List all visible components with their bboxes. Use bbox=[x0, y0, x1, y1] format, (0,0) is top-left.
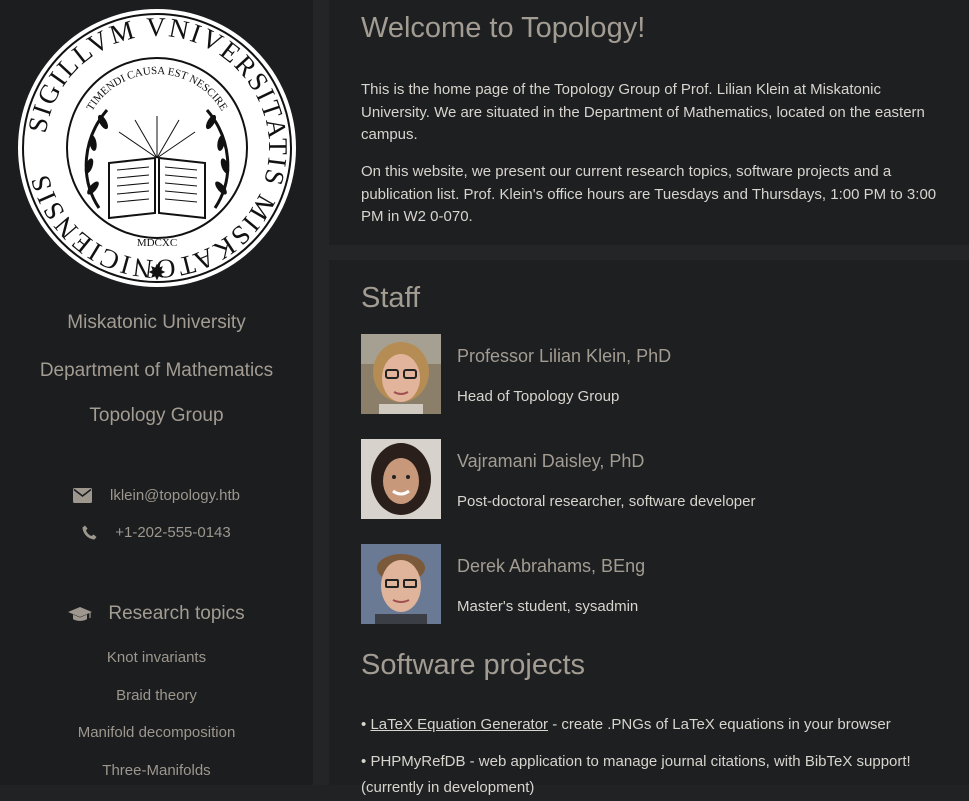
phone-contact[interactable]: +1-202-555-0143 bbox=[0, 524, 313, 541]
topic-knot-invariants[interactable]: Knot invariants bbox=[0, 649, 313, 666]
latex-equation-generator-link[interactable]: LaTeX Equation Generator bbox=[370, 716, 548, 733]
panel-gap bbox=[329, 245, 969, 260]
email-text[interactable]: lklein@topology.htb bbox=[110, 487, 240, 504]
project-description: - create .PNGs of LaTeX equations in you… bbox=[548, 716, 891, 733]
group-name: Topology Group bbox=[89, 405, 224, 426]
staff-role: Master's student, sysadmin bbox=[457, 598, 639, 615]
bullet: • bbox=[361, 716, 367, 733]
department-name: Department of Mathematics bbox=[39, 360, 274, 381]
phone-icon bbox=[82, 525, 97, 540]
software-projects-heading: Software projects bbox=[361, 649, 586, 681]
intro-paragraph: This is the home page of the Topology Gr… bbox=[361, 81, 925, 143]
staff-name: Derek Abrahams, BEng bbox=[457, 556, 646, 576]
svg-text:MDCXC: MDCXC bbox=[137, 237, 177, 249]
staff-photo-daisley bbox=[361, 439, 441, 519]
office-hours-paragraph: On this website, we present our current … bbox=[361, 163, 937, 225]
bullet: • bbox=[361, 753, 367, 770]
graduation-cap-icon bbox=[68, 606, 93, 622]
research-topics-label: Research topics bbox=[108, 603, 245, 624]
staff-heading: Staff bbox=[361, 282, 421, 314]
topic-manifold-decomposition[interactable]: Manifold decomposition bbox=[0, 724, 313, 741]
svg-text:✸: ✸ bbox=[148, 260, 166, 285]
staff-photo-klein bbox=[361, 334, 441, 414]
staff-role: Head of Topology Group bbox=[457, 388, 620, 405]
topic-three-manifolds[interactable]: Three-Manifolds bbox=[0, 762, 313, 779]
email-contact[interactable]: lklein@topology.htb bbox=[0, 487, 313, 504]
topic-braid-theory[interactable]: Braid theory bbox=[0, 687, 313, 704]
sidebar: SIGILLVM VNIVERSITATIS MISKATONICIENSIS … bbox=[0, 0, 313, 785]
staff-name: Professor Lilian Klein, PhD bbox=[457, 346, 672, 366]
university-name: Miskatonic University bbox=[67, 312, 246, 333]
phone-text[interactable]: +1-202-555-0143 bbox=[115, 524, 231, 541]
staff-photo-abrahams bbox=[361, 544, 441, 624]
research-topics-heading: Research topics bbox=[0, 603, 313, 625]
gutter bbox=[313, 0, 329, 785]
project-name: PHPMyRefDB bbox=[370, 753, 466, 770]
staff-role: Post-doctoral researcher, software devel… bbox=[457, 493, 756, 510]
page-title: Welcome to Topology! bbox=[361, 12, 646, 44]
staff-name: Vajramani Daisley, PhD bbox=[457, 451, 645, 471]
project-item: • LaTeX Equation Generator - create .PNG… bbox=[361, 712, 951, 738]
envelope-icon bbox=[72, 488, 92, 503]
project-item: • PHPMyRefDB - web application to manage… bbox=[361, 749, 951, 801]
university-seal: SIGILLVM VNIVERSITATIS MISKATONICIENSIS … bbox=[18, 9, 296, 287]
